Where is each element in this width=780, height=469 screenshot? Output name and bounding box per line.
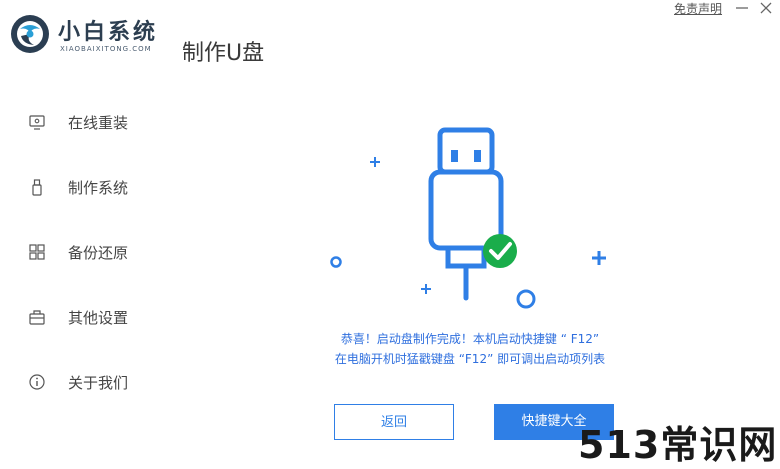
success-message-line2: 在电脑开机时猛戳键盘 “F12” 即可调出启动项列表 (334, 352, 606, 366)
sidebar-item-label: 在线重装 (68, 114, 129, 132)
info-icon (29, 374, 45, 390)
sidebar-item-other-settings[interactable]: 其他设置 (28, 302, 178, 332)
sidebar-item-make-system[interactable]: 制作系统 (28, 172, 178, 202)
page-title: 制作U盘 (182, 41, 265, 66)
monitor-icon (29, 115, 45, 130)
sidebar-item-label: 制作系统 (68, 179, 129, 197)
sidebar-item-online-reinstall[interactable]: 在线重装 (28, 107, 178, 137)
minimize-icon[interactable] (734, 0, 750, 16)
decorative-circle-icon (516, 289, 536, 309)
sidebar-item-label: 其他设置 (68, 309, 129, 327)
sidebar-item-backup-restore[interactable]: 备份还原 (28, 237, 178, 267)
usb-plug-icon (428, 127, 504, 301)
toolbox-icon (29, 310, 45, 325)
close-icon[interactable] (758, 0, 774, 16)
brand-url: XIAOBAIXITONG.COM (60, 45, 152, 53)
check-badge-icon (483, 234, 517, 268)
back-button[interactable]: 返回 (334, 404, 454, 440)
sidebar-item-label: 关于我们 (68, 374, 129, 392)
decorative-plus-icon (370, 157, 431, 294)
sidebar-item-label: 备份还原 (68, 244, 129, 262)
disclaimer-link[interactable]: 免责声明 (674, 0, 722, 17)
usb-complete-illustration (330, 127, 606, 309)
sidebar-item-about-us[interactable]: 关于我们 (28, 367, 178, 397)
grid-icon (29, 244, 45, 260)
decorative-plus-icon (592, 251, 606, 265)
watermark: 513常识网 (578, 423, 778, 467)
brand-name: 小白系统 (58, 20, 159, 45)
logo-icon (11, 15, 49, 53)
decorative-circle-icon (330, 256, 342, 268)
usb-drive-icon (32, 179, 42, 196)
success-message-line1: 恭喜！启动盘制作完成！本机启动快捷键 “ F12” (340, 332, 600, 346)
